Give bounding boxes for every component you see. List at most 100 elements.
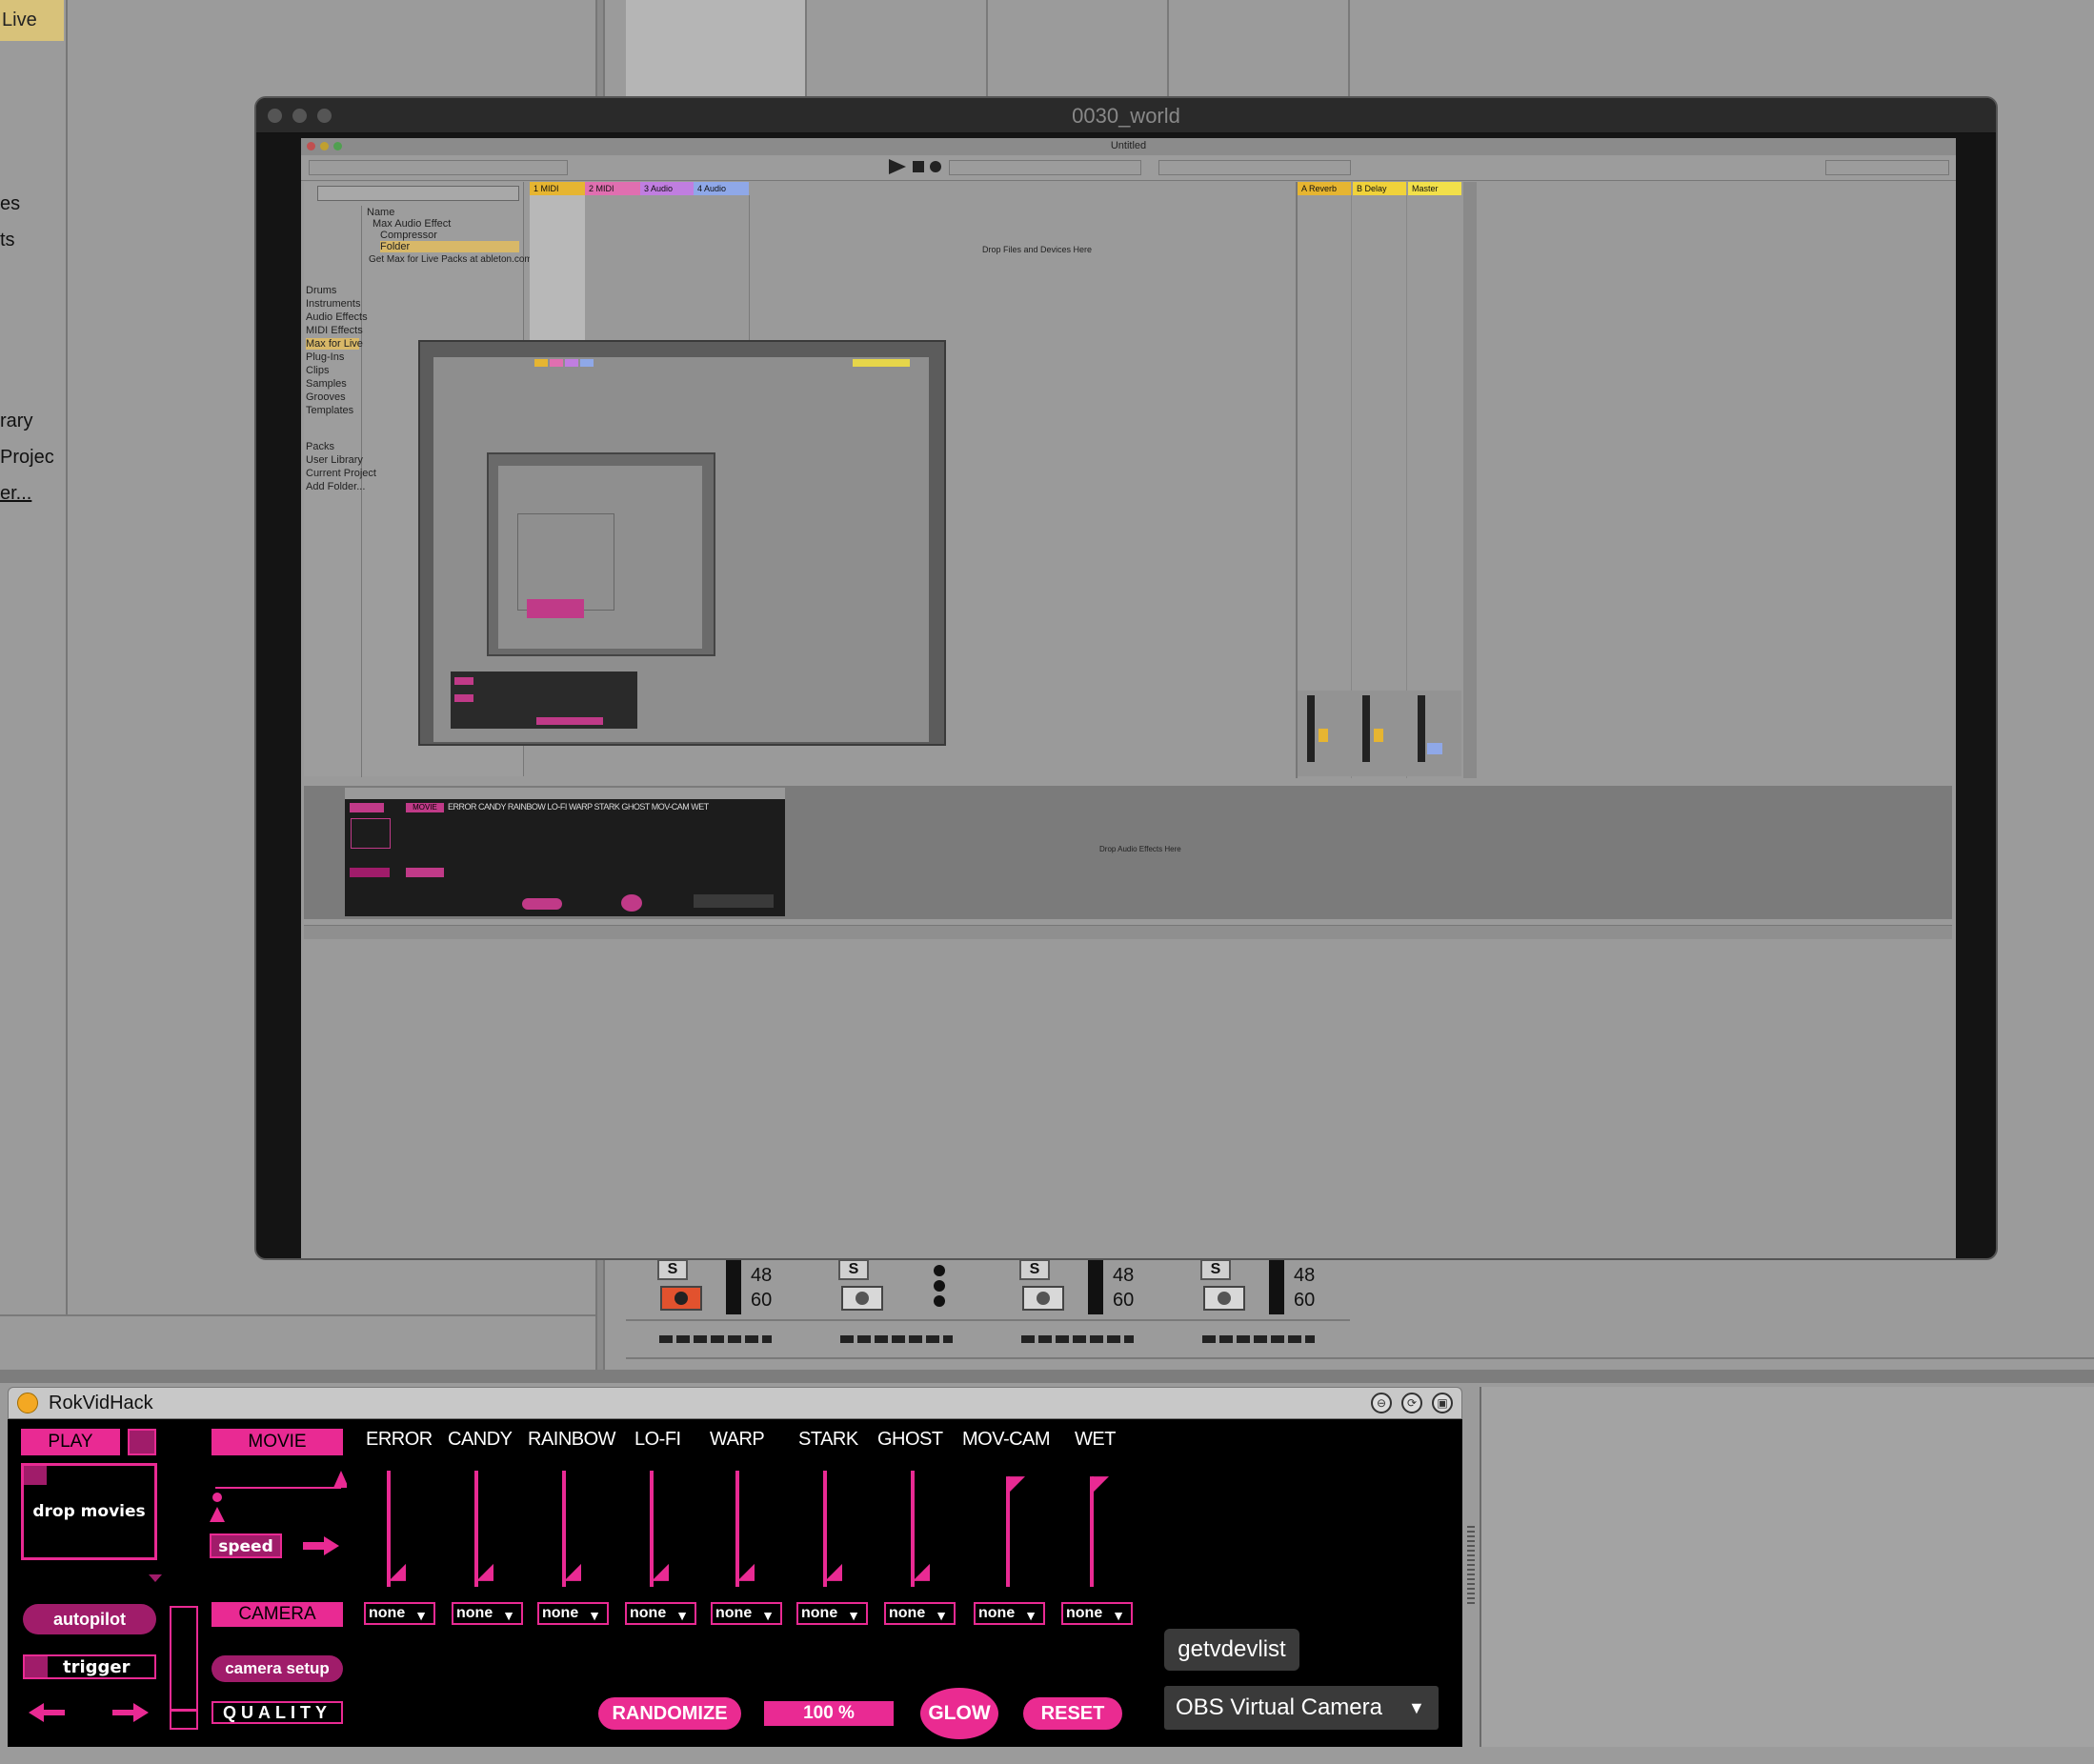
speed-range-slider[interactable] [210,1465,349,1529]
preview-window[interactable]: 0030_world Untitled Drums Instruments Au… [254,96,1998,1260]
browser-item: Plug-Ins [306,351,345,363]
triangle-down-icon: ▼ [675,1608,689,1623]
right-arrow-icon[interactable] [112,1701,151,1729]
effect-slider[interactable] [1088,1467,1126,1591]
effect-mapping-dropdown[interactable]: none ▼ [974,1602,1045,1625]
arm-button[interactable] [1203,1286,1245,1311]
slider-thumb [652,1563,669,1581]
effect-slider[interactable] [648,1467,686,1591]
arm-button[interactable] [1022,1286,1064,1311]
camera-setup-button[interactable]: camera setup [211,1655,343,1682]
loop-toggle[interactable] [128,1429,156,1455]
solo-button[interactable]: S [838,1259,869,1280]
inner-title: Untitled [1110,140,1147,151]
meter-scale: 48 [751,1265,773,1286]
effect-mapping-dropdown[interactable]: none ▼ [711,1602,782,1625]
glow-button[interactable]: GLOW [920,1688,998,1739]
effect-label: WARP [710,1429,765,1450]
mini-track [565,359,578,367]
sidebar-fragment[interactable]: ts [0,230,15,251]
effect-mapping-dropdown[interactable]: none ▼ [364,1602,435,1625]
effect-slider[interactable] [821,1467,859,1591]
getvdevlist-button[interactable]: getvdevlist [1164,1629,1299,1671]
randomize-button[interactable]: RANDOMIZE [598,1697,741,1730]
fold-icon[interactable]: ⊖ [1371,1393,1392,1413]
effect-label: MOV-CAM [962,1429,1051,1450]
effect-slider[interactable] [385,1467,423,1591]
record-icon [1037,1292,1050,1305]
quality-slider[interactable] [170,1606,198,1730]
effect-slider[interactable] [909,1467,947,1591]
effect-mapping-dropdown[interactable]: none ▼ [1061,1602,1133,1625]
effect-mapping-dropdown[interactable]: none ▼ [884,1602,956,1625]
effect-slider[interactable] [560,1467,598,1591]
sidebar-fragment[interactable]: Projec [0,447,54,469]
quality-button[interactable]: QUALITY [211,1701,343,1724]
effect-slider[interactable] [473,1467,511,1591]
movie-drop-zone[interactable]: drop movies [21,1463,157,1560]
effect-slider[interactable] [1004,1467,1042,1591]
dropdown-value: none [630,1605,667,1621]
solo-button[interactable]: S [1019,1259,1050,1280]
mini-glow [621,894,642,912]
chevron-down-icon[interactable] [149,1574,162,1582]
hot-swap-icon[interactable]: ⟳ [1401,1393,1422,1413]
device-power-icon[interactable] [17,1393,38,1413]
sidebar-fragment[interactable]: rary [0,411,32,432]
play-button[interactable]: PLAY [21,1429,120,1455]
live-tab[interactable]: Live [0,0,64,41]
loop-box [1158,160,1351,175]
effect-mapping-dropdown[interactable]: none ▼ [796,1602,868,1625]
sidebar-fragment[interactable]: es [0,193,20,215]
level-meter [726,1259,741,1314]
speed-field[interactable]: speed [210,1533,282,1558]
mini-pink [454,694,473,702]
track-divider [1348,0,1350,98]
arm-button[interactable] [660,1286,702,1311]
browser-item: Samples [306,378,347,390]
solo-button[interactable]: S [657,1259,688,1280]
resize-grip[interactable] [1467,1524,1475,1604]
device-view-separator[interactable] [0,1370,2094,1383]
browser-place: User Library [306,454,363,466]
effect-label: STARK [798,1429,858,1450]
arm-button[interactable] [841,1286,883,1311]
save-icon[interactable]: ▣ [1432,1393,1453,1413]
mixer-section [1298,691,1461,776]
browser-item: Grooves [306,391,346,403]
arrow-right-icon[interactable] [303,1535,341,1561]
speed-label: speed [218,1537,273,1556]
clip-stop-row [1021,1335,1134,1343]
autopilot-button[interactable]: autopilot [23,1604,156,1634]
captured-live-screen: Untitled Drums Instruments Audio Effects… [301,138,1956,1258]
device-header[interactable]: RokVidHack ⊖ ⟳ ▣ [8,1387,1462,1419]
trigger-button[interactable]: trigger [23,1654,156,1679]
camera-button[interactable]: CAMERA [211,1602,343,1627]
reset-button[interactable]: RESET [1023,1697,1122,1730]
wet-percent-field[interactable]: 100 % [764,1701,894,1726]
left-arrow-icon[interactable] [29,1701,67,1729]
window-titlebar[interactable]: 0030_world [256,98,1996,133]
clip-column [640,195,695,348]
effect-mapping-dropdown[interactable]: none ▼ [452,1602,523,1625]
camera-device-select[interactable]: OBS Virtual Camera ▼ [1164,1686,1439,1730]
sidebar-link[interactable]: er... [0,483,31,505]
effect-label: CANDY [448,1429,513,1450]
triangle-down-icon: ▼ [414,1608,428,1623]
browser-place: Packs [306,441,334,452]
movie-button[interactable]: MOVIE [211,1429,343,1455]
effect-mapping-dropdown[interactable]: none ▼ [625,1602,696,1625]
track-header: 3 Audio [640,182,694,195]
slider-thumb [1092,1476,1109,1494]
solo-button[interactable]: S [1200,1259,1231,1280]
mini-play [350,803,384,812]
clip-stop-row [840,1335,953,1343]
dropdown-value: none [801,1605,838,1621]
level-meter [1269,1259,1284,1314]
trigger-label: trigger [63,1657,131,1677]
triangle-down-icon: ▼ [588,1608,601,1623]
stop-icon [913,161,924,172]
effect-slider[interactable] [734,1467,772,1591]
effect-mapping-dropdown[interactable]: none ▼ [537,1602,609,1625]
slider-thumb [476,1563,493,1581]
